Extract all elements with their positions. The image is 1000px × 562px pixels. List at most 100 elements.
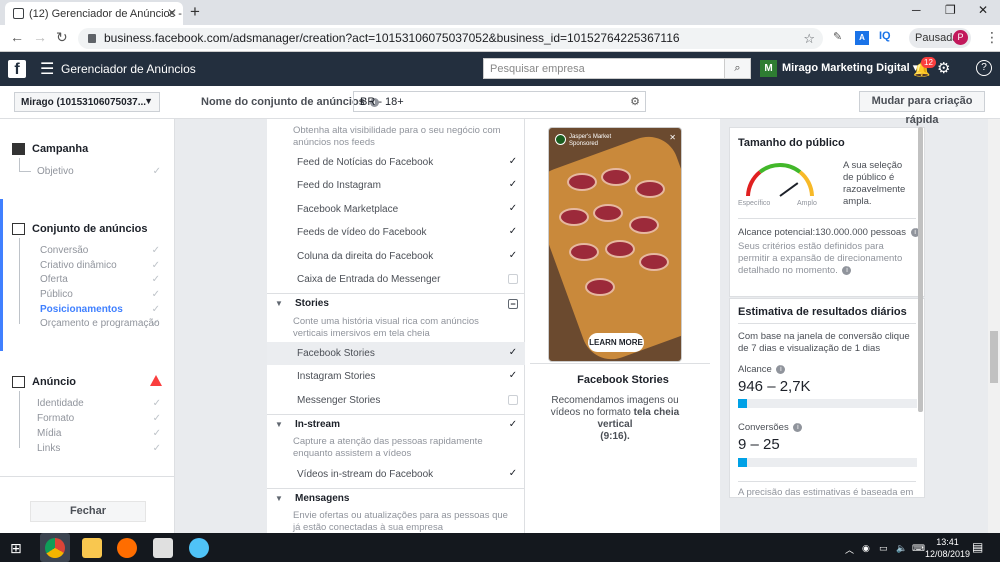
placement-instagram-stories[interactable]: Instagram Stories ✓ <box>267 365 525 388</box>
fig-slice <box>569 243 599 261</box>
chrome-menu-icon[interactable]: ⋮ <box>985 29 999 46</box>
placement-instream-video[interactable]: Vídeos in-stream do Facebook ✓ <box>267 463 525 486</box>
info-icon[interactable]: i <box>776 364 786 374</box>
sidebar-section-adset[interactable]: Conjunto de anúncios <box>12 223 148 235</box>
tree-connector <box>19 391 20 448</box>
placement-marketplace[interactable]: Facebook Marketplace ✓ <box>267 198 525 221</box>
firefox-icon[interactable] <box>117 538 137 558</box>
account-switcher[interactable]: M Mirago Marketing Digital ▾ <box>758 58 918 79</box>
right-panel-scrollbar[interactable] <box>918 127 923 412</box>
chrome-taskbar-icon[interactable] <box>45 538 65 558</box>
sidebar-item-objetivo[interactable]: Objetivo ✓ <box>37 166 161 177</box>
file-explorer-icon[interactable] <box>82 538 102 558</box>
keyboard-icon[interactable]: ⌨ <box>912 543 925 554</box>
eyedropper-icon[interactable]: ✎ <box>833 30 842 43</box>
sidebar-item-midia[interactable]: Mídia ✓ <box>37 428 161 439</box>
window-close-icon[interactable]: ✕ <box>978 3 988 17</box>
url-bar[interactable]: business.facebook.com/adsmanager/creatio… <box>78 28 823 49</box>
iq-ext-icon[interactable]: IQ <box>879 30 891 42</box>
checkbox-checked-icon[interactable]: ✓ <box>508 157 518 167</box>
photos-icon[interactable] <box>153 538 173 558</box>
estimates-divider <box>738 323 916 324</box>
placement-video-feeds[interactable]: Feeds de vídeo do Facebook ✓ <box>267 221 525 244</box>
sidebar-item-criativo-dinamico[interactable]: Criativo dinâmico ✓ <box>40 260 160 271</box>
info-icon[interactable]: i <box>793 422 803 432</box>
app-title[interactable]: Gerenciador de Anúncios <box>61 62 196 76</box>
group-instream[interactable]: ▼ In-stream ✓ <box>267 414 525 434</box>
reload-icon[interactable]: ↻ <box>56 29 68 46</box>
notification-center-icon[interactable]: ▤ <box>972 540 983 554</box>
tray-chevron-icon[interactable]: ︿ <box>845 543 854 556</box>
checkbox-unchecked-icon[interactable] <box>508 274 518 284</box>
ad-account-select[interactable]: Mirago (10153106075037... ▼ <box>14 92 160 112</box>
tray-app-icon[interactable]: ◉ <box>862 543 870 554</box>
taskbar-clock[interactable]: 13:41 12/08/2019 <box>925 536 970 560</box>
quick-creation-button[interactable]: Mudar para criação rápida <box>859 91 985 126</box>
group-stories[interactable]: ▼ Stories − <box>267 293 525 313</box>
checkbox-checked-icon[interactable]: ✓ <box>508 251 518 261</box>
business-search-input[interactable]: Pesquisar empresa ⌕ <box>483 58 751 79</box>
bookmark-star-icon[interactable]: ☆ <box>803 28 815 49</box>
maximize-icon[interactable]: ❐ <box>945 3 956 17</box>
checkbox-unchecked-icon[interactable] <box>508 395 518 405</box>
checkbox-checked-icon[interactable]: ✓ <box>508 371 518 381</box>
sidebar-item-conversao[interactable]: Conversão ✓ <box>40 245 160 256</box>
collapse-triangle-icon[interactable]: ▼ <box>275 415 283 435</box>
sidebar-item-oferta[interactable]: Oferta ✓ <box>40 274 160 285</box>
scrollbar-thumb[interactable] <box>990 331 998 383</box>
tab-favicon-icon <box>13 8 24 19</box>
help-icon[interactable]: ? <box>976 60 992 76</box>
placement-facebook-stories[interactable]: Facebook Stories ✓ <box>267 342 525 365</box>
placement-messenger-inbox[interactable]: Caixa de Entrada do Messenger <box>267 268 525 291</box>
facebook-logo-icon[interactable]: f <box>8 60 26 78</box>
search-icon[interactable]: ⌕ <box>724 59 750 78</box>
preview-close-icon: ✕ <box>669 133 676 142</box>
sidebar-section-campaign[interactable]: Campanha <box>12 143 88 155</box>
profile-button[interactable]: Pausada P <box>909 28 971 48</box>
group-messages[interactable]: ▼ Mensagens <box>267 488 525 508</box>
minimize-icon[interactable]: ─ <box>912 3 921 17</box>
sidebar-item-publico[interactable]: Público ✓ <box>40 289 160 300</box>
checkbox-partial-icon[interactable]: − <box>508 299 518 309</box>
windows-start-icon[interactable]: ⊞ <box>10 540 22 557</box>
notifications-button[interactable]: 🔔 12 <box>913 57 936 78</box>
settings-gear-icon[interactable]: ⚙ <box>630 95 640 108</box>
browser-tab[interactable]: (12) Gerenciador de Anúncios - C ✕ <box>5 2 183 25</box>
collapse-triangle-icon[interactable]: ▼ <box>275 489 283 509</box>
checkbox-checked-icon[interactable]: ✓ <box>508 180 518 190</box>
placement-right-column[interactable]: Coluna da direita do Facebook ✓ <box>267 245 525 268</box>
forward-icon[interactable]: → <box>33 29 47 45</box>
battery-icon[interactable]: ▭ <box>879 543 888 554</box>
fig-slice <box>639 253 669 271</box>
app-taskbar-icon[interactable] <box>189 538 209 558</box>
checkbox-checked-icon[interactable]: ✓ <box>508 348 518 358</box>
sidebar-item-formato[interactable]: Formato ✓ <box>37 413 161 424</box>
avatar: P <box>953 30 968 45</box>
hamburger-menu-icon[interactable]: ☰ <box>40 59 54 79</box>
checkbox-checked-icon[interactable]: ✓ <box>508 204 518 214</box>
info-icon[interactable]: i <box>842 265 852 275</box>
page-scrollbar[interactable] <box>988 119 1000 533</box>
collapse-triangle-icon[interactable]: ▼ <box>275 294 283 314</box>
checkbox-checked-icon[interactable]: ✓ <box>508 469 518 479</box>
sidebar-item-links[interactable]: Links ✓ <box>37 443 161 454</box>
checkbox-checked-icon[interactable]: ✓ <box>508 227 518 237</box>
translate-ext-icon[interactable]: A <box>855 31 869 45</box>
volume-icon[interactable]: 🔈 <box>896 543 907 554</box>
placement-facebook-feed[interactable]: Feed de Notícias do Facebook ✓ <box>267 151 525 174</box>
checkbox-checked-icon[interactable]: ✓ <box>508 420 518 430</box>
tab-close-icon[interactable]: ✕ <box>167 6 177 20</box>
gear-icon[interactable]: ⚙ <box>937 59 950 77</box>
new-tab-icon[interactable]: + <box>190 2 200 22</box>
audience-divider <box>738 218 916 219</box>
sidebar-item-identidade[interactable]: Identidade ✓ <box>37 398 161 409</box>
close-button[interactable]: Fechar <box>30 501 146 522</box>
placement-messenger-stories[interactable]: Messenger Stories <box>267 389 525 412</box>
placement-instagram-feed[interactable]: Feed do Instagram ✓ <box>267 174 525 197</box>
ad-monitor-icon <box>12 376 25 388</box>
sidebar-item-posicionamentos[interactable]: Posicionamentos ✓ <box>40 304 160 315</box>
sidebar-section-ad[interactable]: Anúncio <box>12 376 76 388</box>
adset-name-input[interactable]: BR - 18+ ⚙ <box>353 91 646 112</box>
back-icon[interactable]: ← <box>10 29 24 45</box>
sidebar-item-orcamento[interactable]: Orçamento e programação ✓ <box>40 318 160 329</box>
